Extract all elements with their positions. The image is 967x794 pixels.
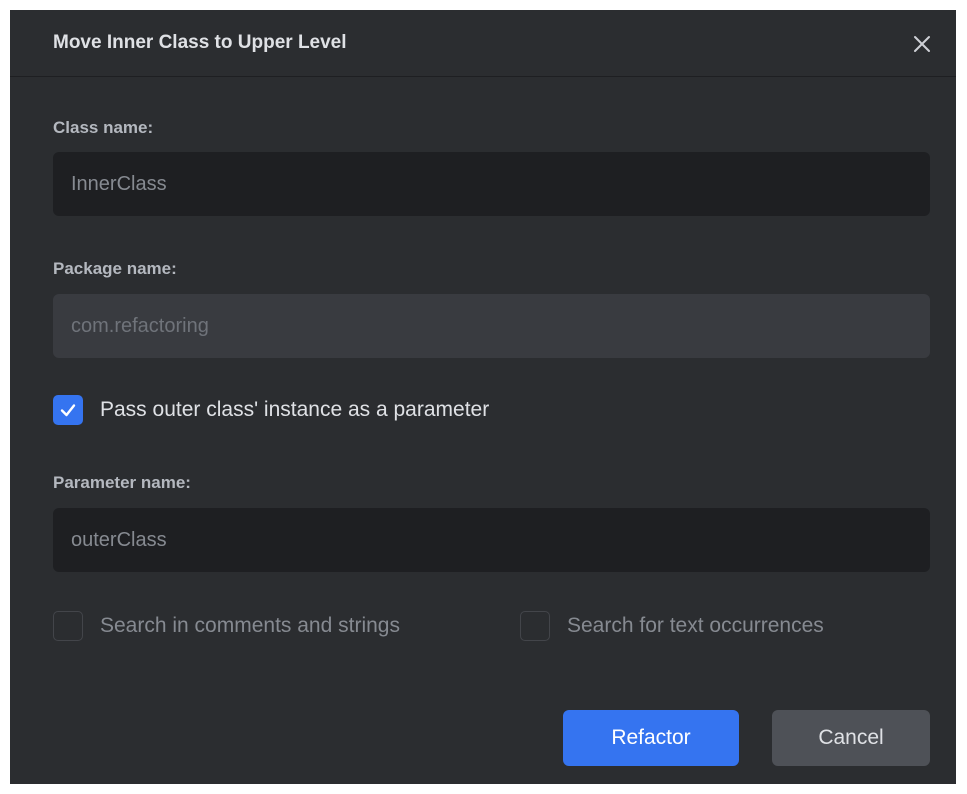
pass-instance-checkbox-row[interactable]: Pass outer class' instance as a paramete… (53, 395, 489, 425)
search-text-checkbox[interactable] (520, 611, 550, 641)
package-name-input (53, 294, 930, 358)
close-icon[interactable] (908, 30, 936, 58)
pass-instance-label: Pass outer class' instance as a paramete… (100, 398, 490, 421)
parameter-name-input[interactable] (53, 508, 930, 572)
search-text-label: Search for text occurrences (567, 614, 824, 637)
cancel-button[interactable]: Cancel (772, 710, 930, 766)
search-text-checkbox-row[interactable]: Search for text occurrences (520, 611, 824, 641)
checkmark-icon (60, 404, 76, 417)
dialog-title: Move Inner Class to Upper Level (53, 32, 347, 53)
class-name-input[interactable] (53, 152, 930, 216)
pass-instance-checkbox[interactable] (53, 395, 83, 425)
search-comments-label: Search in comments and strings (100, 614, 400, 637)
class-name-label: Class name: (53, 118, 154, 137)
refactor-button[interactable]: Refactor (563, 710, 739, 766)
search-comments-checkbox-row[interactable]: Search in comments and strings (53, 611, 400, 641)
package-name-label: Package name: (53, 259, 177, 278)
move-inner-class-dialog: Move Inner Class to Upper Level Class na… (10, 10, 956, 784)
dialog-titlebar: Move Inner Class to Upper Level (10, 10, 956, 77)
parameter-name-label: Parameter name: (53, 473, 191, 492)
search-comments-checkbox[interactable] (53, 611, 83, 641)
